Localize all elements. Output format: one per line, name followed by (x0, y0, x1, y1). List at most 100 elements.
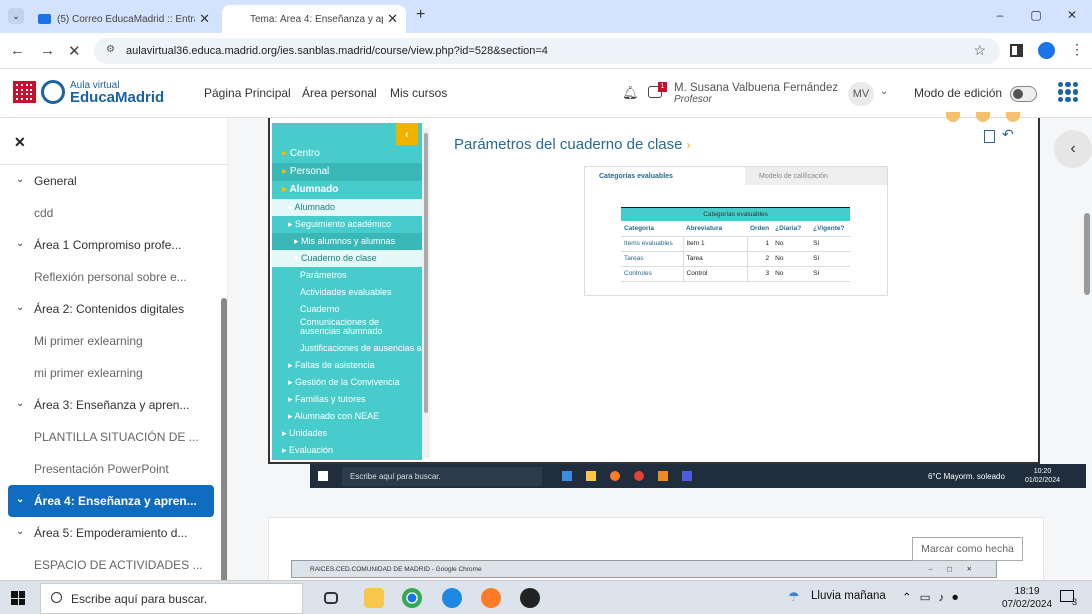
open-block-drawer-button[interactable]: ‹ (1054, 130, 1092, 168)
tree-node-label: Parámetros (300, 270, 347, 280)
tab-label: (5) Correo EducaMadrid :: Entra (57, 13, 196, 25)
clock[interactable]: 18:19 07/02/2024 (1002, 585, 1052, 611)
tree-node-label: Mis alumnos y alumnas (301, 236, 396, 246)
sidebar-item-label: Área 5: Empoderamiento d... (34, 526, 188, 540)
file-explorer-icon[interactable] (364, 588, 384, 608)
chevron-down-icon[interactable]: ⌄ (880, 86, 888, 97)
table-row: Items evaluables Item 1 1 No Sí (621, 236, 851, 252)
tab-search-dropdown[interactable]: ⌄ (8, 8, 24, 24)
url-field[interactable]: ⚙ aulavirtual36.educa.madrid.org/ies.san… (94, 38, 1000, 64)
forward-icon[interactable]: → (40, 42, 55, 59)
sidebar-section[interactable]: ⌄ General (8, 165, 214, 197)
sidebar-item-label: ESPACIO DE ACTIVIDADES ... (34, 558, 203, 572)
tree-node: ▸ Alumnado (272, 181, 422, 199)
embedded-taskbar: Escribe aquí para buscar. 6°C Mayorm. so… (310, 464, 1086, 488)
firefox-icon[interactable] (481, 588, 501, 608)
table-cell: 3 (747, 266, 773, 282)
obs-icon[interactable] (520, 588, 540, 608)
profile-icon[interactable] (1038, 42, 1055, 59)
sidebar-section[interactable]: ⌄ Área 3: Enseñanza y apren... (8, 389, 214, 421)
chevron-down-icon[interactable]: ⌄ (16, 238, 24, 249)
tab-tema[interactable]: Tema: Área 4: Enseñanza y apre ✕ (222, 5, 406, 33)
minimize-button[interactable]: – (990, 8, 1010, 22)
tree-arrow-icon: ▸ (288, 377, 296, 387)
close-window-button[interactable]: ✕ (1062, 8, 1082, 22)
url-text: aulavirtual36.educa.madrid.org/ies.sanbl… (126, 45, 548, 57)
bookmark-star-icon[interactable]: ☆ (973, 42, 986, 59)
tray-icons[interactable]: ⌃▭♪⏺ (902, 590, 966, 605)
bell-icon[interactable]: 🔔︎ (622, 85, 639, 101)
stop-icon[interactable]: ✕ (68, 42, 81, 60)
nav-area-personal[interactable]: Área personal (302, 86, 377, 100)
user-info[interactable]: M. Susana Valbuena Fernández Profesor (674, 82, 838, 106)
tab-label: Tema: Área 4: Enseñanza y apre (250, 13, 384, 25)
tree-node-label: Seguimiento académico (295, 219, 392, 229)
side-panel-icon[interactable] (1010, 44, 1023, 57)
sidebar-activity[interactable]: cdd (8, 197, 214, 229)
sidebar-item-label: Área 4: Enseñanza y apren... (34, 494, 197, 508)
tree-node: Cuaderno (272, 301, 422, 318)
collapse-menu-icon[interactable]: ‹ (396, 123, 418, 145)
sidebar-activity[interactable]: Reflexión personal sobre e... (8, 261, 214, 293)
chevron-down-icon[interactable]: ⌄ (16, 526, 24, 537)
tree-node-label: Alumnado (294, 202, 336, 212)
page-title: Parámetros del cuaderno de clase › (454, 136, 691, 153)
edge-icon[interactable] (442, 588, 462, 608)
sidebar-activity[interactable]: Mi primer exlearning (8, 325, 214, 357)
address-bar-row: ← → ✕ ⚙ aulavirtual36.educa.madrid.org/i… (0, 33, 1092, 69)
weather-text[interactable]: Lluvia mañana (811, 590, 886, 602)
sidebar-section[interactable]: ⌄ Área 2: Contenidos digitales (8, 293, 214, 325)
back-icon[interactable]: ← (10, 42, 25, 59)
tree-node: ▸ Centro (272, 145, 422, 163)
back-arrow-icon: ↶ (1002, 126, 1014, 142)
task-view-icon[interactable] (324, 592, 338, 604)
chrome-icon[interactable] (402, 588, 422, 608)
sidebar-section[interactable]: ⌄ Área 4: Enseñanza y apren... (8, 485, 214, 517)
course-index-drawer: ✕ ⌄ General cdd ⌄ Área 1 Compromiso profe...… (0, 118, 228, 580)
close-tab-icon[interactable]: ✕ (387, 11, 398, 27)
tree-node: Actividades evaluables (272, 284, 422, 301)
chevron-down-icon[interactable]: ⌄ (16, 174, 24, 185)
windows-start-icon[interactable] (11, 591, 25, 605)
tree-node: ▸ Mis alumnos y alumnas (272, 233, 422, 250)
sidebar-section[interactable]: ⌄ Área 1 Compromiso profe... (8, 229, 214, 261)
sidebar-activity[interactable]: PLANTILLA SITUACIÓN DE ... (8, 421, 214, 453)
tab-correo[interactable]: (5) Correo EducaMadrid :: Entra ✕ (30, 5, 218, 33)
sidebar-activity[interactable]: ESPACIO DE ACTIVIDADES ... (8, 549, 214, 580)
edit-mode-toggle[interactable] (1010, 86, 1037, 102)
tree-node-label: Justificaciones de ausencias alumnado (300, 343, 422, 353)
sidebar-activity[interactable]: mi primer exlearning (8, 357, 214, 389)
page-scrollbar[interactable] (1084, 213, 1090, 295)
drawer-scrollbar[interactable] (221, 298, 227, 580)
sidebar-activity[interactable]: Presentación PowerPoint (8, 453, 214, 485)
chevron-down-icon[interactable]: ⌄ (16, 398, 24, 409)
tree-arrow-icon: ▸ (288, 360, 296, 370)
categorias-table: Categorías evaluables Categoría Abreviatu… (621, 207, 851, 282)
tree-node-label: Evaluación (289, 445, 334, 455)
embedded-date: 01/02/2024 (1024, 477, 1060, 484)
tree-arrow-icon: ▸ (288, 219, 296, 229)
mark-done-button[interactable]: Marcar como hecha (912, 537, 1023, 561)
table-cell: Sí (810, 266, 851, 282)
menu-kebab-icon[interactable]: ⋮ (1070, 41, 1084, 58)
tree-node: ▸ Gestión de la Convivencia (272, 374, 422, 391)
chevron-down-icon[interactable]: ⌄ (16, 494, 24, 505)
restore-button[interactable]: ▢ (1026, 8, 1046, 22)
nav-pagina-principal[interactable]: Página Principal (204, 86, 291, 100)
nav-mis-cursos[interactable]: Mis cursos (390, 86, 447, 100)
close-tab-icon[interactable]: ✕ (199, 11, 210, 27)
sidebar-item-label: Área 2: Contenidos digitales (34, 302, 185, 316)
new-tab-button[interactable]: + (416, 6, 425, 24)
tree-arrow-icon: ▸ (282, 428, 290, 438)
apps-grid-icon[interactable] (1058, 82, 1078, 102)
sidebar-item-label: mi primer exlearning (34, 366, 143, 380)
tree-node-label: Faltas de asistencia (295, 360, 375, 370)
table-cell: No (772, 266, 811, 282)
avatar[interactable]: MV (848, 82, 874, 106)
site-info-icon[interactable]: ⚙ (106, 44, 115, 55)
educamadrid-logo[interactable]: Aula virtual EducaMadrid (13, 80, 164, 105)
taskbar-search[interactable]: Escribe aquí para buscar. (40, 583, 303, 614)
sidebar-section[interactable]: ⌄ Área 5: Empoderamiento d... (8, 517, 214, 549)
chevron-down-icon[interactable]: ⌄ (16, 302, 24, 313)
close-drawer-button[interactable]: ✕ (14, 134, 26, 151)
